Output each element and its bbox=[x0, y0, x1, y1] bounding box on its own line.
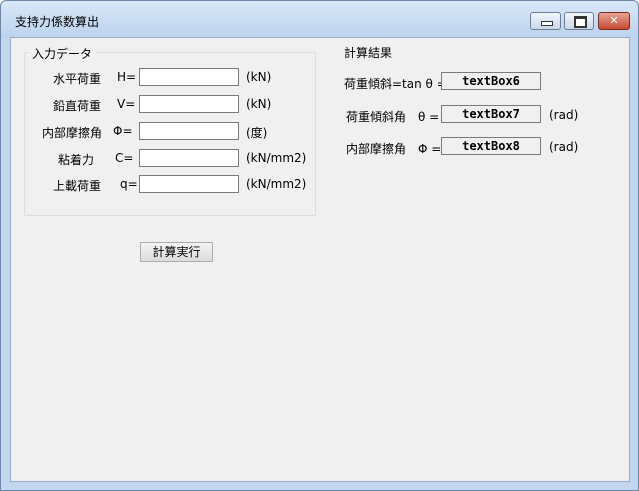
friction-angle-unit: (度) bbox=[246, 126, 268, 140]
input-group-title: 入力データ bbox=[29, 45, 96, 62]
close-icon: ✕ bbox=[609, 14, 619, 27]
surcharge-load-label: 上載荷重 bbox=[53, 179, 102, 193]
load-inclination-output: textBox6 bbox=[441, 72, 541, 90]
friction-angle-output: textBox8 bbox=[441, 137, 541, 155]
minimize-button[interactable] bbox=[530, 12, 561, 30]
cohesion-symbol: C= bbox=[115, 151, 134, 165]
inclination-angle-label: 荷重傾斜角 θ = bbox=[346, 110, 440, 124]
friction-angle-label: 内部摩擦角 bbox=[42, 126, 103, 140]
results-title: 計算結果 bbox=[344, 46, 393, 60]
vertical-load-unit: (kN) bbox=[246, 97, 272, 111]
title-bar[interactable]: 支持力係数算出 ✕ bbox=[1, 1, 638, 37]
inclination-angle-output: textBox7 bbox=[441, 105, 541, 123]
app-window: 支持力係数算出 ✕ 入力データ 水平荷重 H= (kN) 鉛直荷重 V= (kN… bbox=[0, 0, 639, 491]
vertical-load-symbol: V= bbox=[117, 97, 136, 111]
minimize-icon bbox=[541, 21, 553, 26]
horizontal-load-input[interactable] bbox=[139, 68, 239, 86]
horizontal-load-symbol: H= bbox=[117, 70, 137, 84]
vertical-load-input[interactable] bbox=[139, 95, 239, 113]
cohesion-unit: (kN/mm2) bbox=[246, 151, 307, 165]
cohesion-label: 粘着力 bbox=[58, 153, 95, 167]
vertical-load-label: 鉛直荷重 bbox=[53, 99, 102, 113]
calculate-button[interactable]: 計算実行 bbox=[140, 242, 213, 262]
friction-angle-input[interactable] bbox=[139, 122, 239, 140]
surcharge-load-input[interactable] bbox=[139, 175, 239, 193]
load-inclination-label: 荷重傾斜=tan θ = bbox=[344, 77, 447, 91]
maximize-icon bbox=[574, 16, 587, 28]
window-title: 支持力係数算出 bbox=[15, 15, 100, 29]
close-button[interactable]: ✕ bbox=[598, 12, 630, 30]
horizontal-load-label: 水平荷重 bbox=[53, 72, 102, 86]
surcharge-load-symbol: q= bbox=[120, 177, 138, 191]
inclination-angle-unit: (rad) bbox=[549, 108, 579, 122]
surcharge-load-unit: (kN/mm2) bbox=[246, 177, 307, 191]
client-area: 入力データ 水平荷重 H= (kN) 鉛直荷重 V= (kN) 内部摩擦角 Φ=… bbox=[10, 37, 630, 482]
horizontal-load-unit: (kN) bbox=[246, 70, 272, 84]
friction-angle-result-label: 内部摩擦角 Φ = bbox=[346, 142, 442, 156]
friction-angle-result-unit: (rad) bbox=[549, 140, 579, 154]
window-bottom-border bbox=[1, 482, 638, 490]
cohesion-input[interactable] bbox=[139, 149, 239, 167]
friction-angle-symbol: Φ= bbox=[113, 124, 133, 138]
maximize-button[interactable] bbox=[564, 12, 594, 30]
